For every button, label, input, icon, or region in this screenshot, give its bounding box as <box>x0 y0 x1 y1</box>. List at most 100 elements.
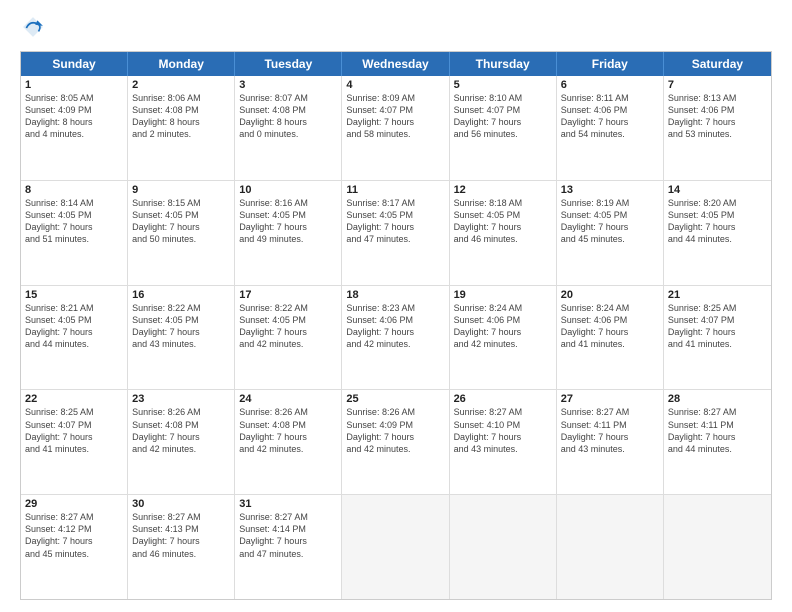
calendar-row: 8Sunrise: 8:14 AMSunset: 4:05 PMDaylight… <box>21 181 771 286</box>
header <box>20 16 772 43</box>
calendar-cell: 10Sunrise: 8:16 AMSunset: 4:05 PMDayligh… <box>235 181 342 285</box>
day-info: Sunrise: 8:23 AMSunset: 4:06 PMDaylight:… <box>346 302 444 351</box>
day-number: 29 <box>25 498 123 510</box>
day-info: Sunrise: 8:27 AMSunset: 4:10 PMDaylight:… <box>454 406 552 455</box>
day-info: Sunrise: 8:26 AMSunset: 4:08 PMDaylight:… <box>132 406 230 455</box>
calendar-row: 22Sunrise: 8:25 AMSunset: 4:07 PMDayligh… <box>21 390 771 495</box>
day-info: Sunrise: 8:27 AMSunset: 4:14 PMDaylight:… <box>239 511 337 560</box>
calendar-cell: 22Sunrise: 8:25 AMSunset: 4:07 PMDayligh… <box>21 390 128 494</box>
calendar-cell: 19Sunrise: 8:24 AMSunset: 4:06 PMDayligh… <box>450 286 557 390</box>
calendar-cell: 4Sunrise: 8:09 AMSunset: 4:07 PMDaylight… <box>342 76 449 180</box>
calendar-cell: 24Sunrise: 8:26 AMSunset: 4:08 PMDayligh… <box>235 390 342 494</box>
day-info: Sunrise: 8:09 AMSunset: 4:07 PMDaylight:… <box>346 92 444 141</box>
day-info: Sunrise: 8:06 AMSunset: 4:08 PMDaylight:… <box>132 92 230 141</box>
day-number: 31 <box>239 498 337 510</box>
day-info: Sunrise: 8:22 AMSunset: 4:05 PMDaylight:… <box>239 302 337 351</box>
day-number: 13 <box>561 184 659 196</box>
day-number: 27 <box>561 393 659 405</box>
day-number: 21 <box>668 289 767 301</box>
page: SundayMondayTuesdayWednesdayThursdayFrid… <box>0 0 792 612</box>
calendar-cell: 20Sunrise: 8:24 AMSunset: 4:06 PMDayligh… <box>557 286 664 390</box>
day-number: 19 <box>454 289 552 301</box>
day-number: 14 <box>668 184 767 196</box>
day-info: Sunrise: 8:24 AMSunset: 4:06 PMDaylight:… <box>454 302 552 351</box>
day-info: Sunrise: 8:25 AMSunset: 4:07 PMDaylight:… <box>25 406 123 455</box>
day-number: 4 <box>346 79 444 91</box>
day-info: Sunrise: 8:11 AMSunset: 4:06 PMDaylight:… <box>561 92 659 141</box>
calendar-cell: 29Sunrise: 8:27 AMSunset: 4:12 PMDayligh… <box>21 495 128 599</box>
calendar-cell: 14Sunrise: 8:20 AMSunset: 4:05 PMDayligh… <box>664 181 771 285</box>
calendar-cell: 16Sunrise: 8:22 AMSunset: 4:05 PMDayligh… <box>128 286 235 390</box>
calendar-cell: 12Sunrise: 8:18 AMSunset: 4:05 PMDayligh… <box>450 181 557 285</box>
weekday-header: Tuesday <box>235 52 342 76</box>
calendar-cell: 11Sunrise: 8:17 AMSunset: 4:05 PMDayligh… <box>342 181 449 285</box>
day-number: 6 <box>561 79 659 91</box>
calendar-cell: 5Sunrise: 8:10 AMSunset: 4:07 PMDaylight… <box>450 76 557 180</box>
calendar-cell <box>342 495 449 599</box>
calendar-cell: 30Sunrise: 8:27 AMSunset: 4:13 PMDayligh… <box>128 495 235 599</box>
day-info: Sunrise: 8:26 AMSunset: 4:08 PMDaylight:… <box>239 406 337 455</box>
logo <box>20 16 44 43</box>
calendar-cell: 21Sunrise: 8:25 AMSunset: 4:07 PMDayligh… <box>664 286 771 390</box>
day-number: 7 <box>668 79 767 91</box>
day-number: 18 <box>346 289 444 301</box>
day-number: 20 <box>561 289 659 301</box>
calendar-cell: 25Sunrise: 8:26 AMSunset: 4:09 PMDayligh… <box>342 390 449 494</box>
day-info: Sunrise: 8:25 AMSunset: 4:07 PMDaylight:… <box>668 302 767 351</box>
day-number: 5 <box>454 79 552 91</box>
calendar-cell: 6Sunrise: 8:11 AMSunset: 4:06 PMDaylight… <box>557 76 664 180</box>
day-number: 8 <box>25 184 123 196</box>
calendar-cell: 9Sunrise: 8:15 AMSunset: 4:05 PMDaylight… <box>128 181 235 285</box>
day-number: 30 <box>132 498 230 510</box>
day-info: Sunrise: 8:17 AMSunset: 4:05 PMDaylight:… <box>346 197 444 246</box>
day-info: Sunrise: 8:18 AMSunset: 4:05 PMDaylight:… <box>454 197 552 246</box>
day-info: Sunrise: 8:16 AMSunset: 4:05 PMDaylight:… <box>239 197 337 246</box>
day-number: 25 <box>346 393 444 405</box>
calendar-cell <box>664 495 771 599</box>
logo-icon <box>22 16 44 38</box>
calendar-header: SundayMondayTuesdayWednesdayThursdayFrid… <box>21 52 771 76</box>
calendar-cell: 2Sunrise: 8:06 AMSunset: 4:08 PMDaylight… <box>128 76 235 180</box>
day-info: Sunrise: 8:20 AMSunset: 4:05 PMDaylight:… <box>668 197 767 246</box>
calendar-cell: 28Sunrise: 8:27 AMSunset: 4:11 PMDayligh… <box>664 390 771 494</box>
day-number: 9 <box>132 184 230 196</box>
day-info: Sunrise: 8:10 AMSunset: 4:07 PMDaylight:… <box>454 92 552 141</box>
day-number: 26 <box>454 393 552 405</box>
weekday-header: Monday <box>128 52 235 76</box>
day-info: Sunrise: 8:13 AMSunset: 4:06 PMDaylight:… <box>668 92 767 141</box>
day-number: 11 <box>346 184 444 196</box>
weekday-header: Sunday <box>21 52 128 76</box>
calendar-cell <box>450 495 557 599</box>
calendar-cell: 8Sunrise: 8:14 AMSunset: 4:05 PMDaylight… <box>21 181 128 285</box>
day-info: Sunrise: 8:22 AMSunset: 4:05 PMDaylight:… <box>132 302 230 351</box>
weekday-header: Saturday <box>664 52 771 76</box>
day-info: Sunrise: 8:24 AMSunset: 4:06 PMDaylight:… <box>561 302 659 351</box>
weekday-header: Friday <box>557 52 664 76</box>
day-number: 24 <box>239 393 337 405</box>
day-info: Sunrise: 8:05 AMSunset: 4:09 PMDaylight:… <box>25 92 123 141</box>
day-info: Sunrise: 8:27 AMSunset: 4:13 PMDaylight:… <box>132 511 230 560</box>
calendar-cell: 26Sunrise: 8:27 AMSunset: 4:10 PMDayligh… <box>450 390 557 494</box>
calendar-cell: 27Sunrise: 8:27 AMSunset: 4:11 PMDayligh… <box>557 390 664 494</box>
day-number: 23 <box>132 393 230 405</box>
calendar-cell: 15Sunrise: 8:21 AMSunset: 4:05 PMDayligh… <box>21 286 128 390</box>
day-number: 22 <box>25 393 123 405</box>
calendar-row: 15Sunrise: 8:21 AMSunset: 4:05 PMDayligh… <box>21 286 771 391</box>
calendar-cell: 3Sunrise: 8:07 AMSunset: 4:08 PMDaylight… <box>235 76 342 180</box>
day-info: Sunrise: 8:07 AMSunset: 4:08 PMDaylight:… <box>239 92 337 141</box>
day-number: 17 <box>239 289 337 301</box>
day-number: 1 <box>25 79 123 91</box>
calendar-cell <box>557 495 664 599</box>
calendar-cell: 7Sunrise: 8:13 AMSunset: 4:06 PMDaylight… <box>664 76 771 180</box>
day-info: Sunrise: 8:27 AMSunset: 4:11 PMDaylight:… <box>668 406 767 455</box>
day-number: 12 <box>454 184 552 196</box>
calendar-cell: 17Sunrise: 8:22 AMSunset: 4:05 PMDayligh… <box>235 286 342 390</box>
day-number: 16 <box>132 289 230 301</box>
weekday-header: Wednesday <box>342 52 449 76</box>
calendar-cell: 23Sunrise: 8:26 AMSunset: 4:08 PMDayligh… <box>128 390 235 494</box>
day-info: Sunrise: 8:26 AMSunset: 4:09 PMDaylight:… <box>346 406 444 455</box>
calendar-body: 1Sunrise: 8:05 AMSunset: 4:09 PMDaylight… <box>21 76 771 599</box>
day-number: 2 <box>132 79 230 91</box>
day-number: 3 <box>239 79 337 91</box>
day-info: Sunrise: 8:19 AMSunset: 4:05 PMDaylight:… <box>561 197 659 246</box>
